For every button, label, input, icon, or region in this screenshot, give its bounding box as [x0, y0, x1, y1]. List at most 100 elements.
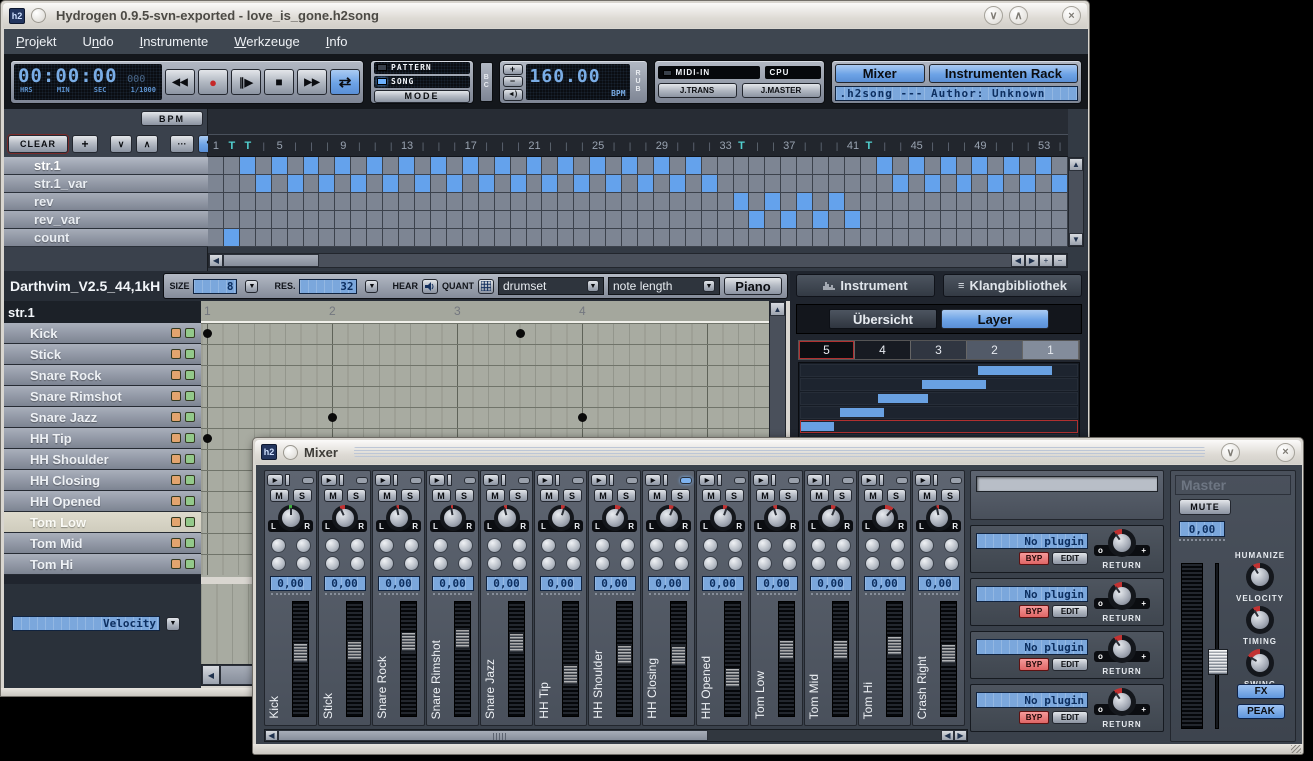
scroll-right-icon[interactable]: ▶	[1025, 254, 1039, 267]
pattern-item-rev[interactable]: rev	[4, 193, 208, 211]
song-cell[interactable]	[638, 229, 654, 247]
strip-pan-knob[interactable]	[710, 505, 736, 531]
song-cell[interactable]	[622, 193, 638, 211]
instrument-solo-dot[interactable]	[185, 454, 195, 464]
layer-header-4[interactable]: 4	[855, 341, 911, 359]
song-cell[interactable]	[638, 193, 654, 211]
song-cell[interactable]	[542, 175, 558, 193]
strip-fx-send-knob[interactable]	[865, 538, 880, 553]
timeline-col-53[interactable]: 53	[1036, 135, 1052, 156]
song-cell[interactable]	[208, 157, 224, 175]
mixer-toggle-button[interactable]: Mixer	[835, 64, 925, 83]
song-cell[interactable]	[288, 175, 304, 193]
instrument-row-tom-low[interactable]: Tom Low	[4, 512, 201, 533]
song-cell[interactable]	[367, 229, 383, 247]
instrument-mute-dot[interactable]	[171, 391, 181, 401]
strip-mute-button[interactable]: M	[810, 489, 829, 502]
song-cell[interactable]	[1020, 211, 1036, 229]
timeline-col-27[interactable]: |	[622, 135, 638, 156]
strip-fader-track[interactable]	[454, 601, 471, 717]
song-cell[interactable]	[495, 193, 511, 211]
song-cell[interactable]	[288, 193, 304, 211]
song-cell[interactable]	[813, 157, 829, 175]
strip-fader-handle[interactable]	[563, 665, 578, 685]
song-cell[interactable]	[367, 211, 383, 229]
song-cell[interactable]	[351, 211, 367, 229]
strip-fader-track[interactable]	[940, 601, 957, 717]
strip-play-button[interactable]: ▶	[807, 474, 823, 486]
jack-master-button[interactable]: J.MASTER	[742, 83, 821, 98]
strip-pan-knob[interactable]	[926, 505, 952, 531]
strip-fx-send-knob[interactable]	[674, 538, 689, 553]
instrument-solo-dot[interactable]	[185, 559, 195, 569]
strip-solo-button[interactable]: S	[563, 489, 582, 502]
strip-fader-handle[interactable]	[833, 640, 848, 660]
timeline-col-40[interactable]: |	[829, 135, 845, 156]
fx-edit-button[interactable]: EDIT	[1052, 605, 1088, 618]
note-dot[interactable]	[203, 434, 212, 443]
strip-pan-knob[interactable]	[548, 505, 574, 531]
song-cell[interactable]	[383, 193, 399, 211]
song-cell[interactable]	[256, 229, 272, 247]
song-cell[interactable]	[749, 211, 765, 229]
song-cell[interactable]	[845, 229, 861, 247]
timeline-col-28[interactable]: |	[638, 135, 654, 156]
strip-fx-send-knob[interactable]	[379, 556, 394, 571]
song-cell[interactable]	[734, 229, 750, 247]
song-cell[interactable]	[988, 229, 1004, 247]
strip-play-button[interactable]: ▶	[267, 474, 283, 486]
song-cell[interactable]	[622, 229, 638, 247]
layer-header-5[interactable]: 5	[799, 341, 855, 359]
master-velocity-knob[interactable]	[1246, 563, 1274, 591]
pattern-scroll-left-icon[interactable]: ◀	[202, 665, 220, 685]
song-cell[interactable]	[749, 229, 765, 247]
song-cell[interactable]	[383, 211, 399, 229]
song-cell[interactable]	[319, 211, 335, 229]
song-cell[interactable]	[702, 175, 718, 193]
fx-bypass-button[interactable]: BYP	[1019, 552, 1049, 565]
song-cell[interactable]	[558, 211, 574, 229]
timeline-col-12[interactable]: |	[383, 135, 399, 156]
zoom-in-icon[interactable]: +	[1039, 254, 1053, 267]
timeline-col-17[interactable]: 17	[463, 135, 479, 156]
song-cell[interactable]	[479, 193, 495, 211]
pattern-item-str.1_var[interactable]: str.1_var	[4, 175, 208, 193]
pattern-ruler[interactable]: 1234	[201, 301, 769, 323]
menu-item-instrumente[interactable]: Instrumente	[140, 34, 209, 49]
strip-fader-handle[interactable]	[617, 645, 632, 665]
song-cell[interactable]	[877, 157, 893, 175]
song-cell[interactable]	[797, 193, 813, 211]
size-dropdown-icon[interactable]: ▼	[245, 280, 258, 293]
song-cell[interactable]	[304, 193, 320, 211]
strip-fx-send-knob[interactable]	[487, 538, 502, 553]
song-cell[interactable]	[240, 229, 256, 247]
song-cell[interactable]	[686, 175, 702, 193]
instrument-mute-dot[interactable]	[171, 328, 181, 338]
strip-mute-button[interactable]: M	[702, 489, 721, 502]
strip-mute-button[interactable]: M	[918, 489, 937, 502]
song-cell[interactable]	[877, 175, 893, 193]
instrument-mute-dot[interactable]	[171, 538, 181, 548]
strip-play-button[interactable]: ▶	[915, 474, 931, 486]
timeline-col-13[interactable]: 13	[399, 135, 415, 156]
menu-item-werkzeuge[interactable]: Werkzeuge	[234, 34, 300, 49]
instrument-mute-dot[interactable]	[171, 433, 181, 443]
song-cell[interactable]	[893, 157, 909, 175]
pattern-mode-row[interactable]: PATTERN	[374, 62, 470, 74]
strip-solo-button[interactable]: S	[617, 489, 636, 502]
song-cell[interactable]	[1036, 157, 1052, 175]
song-cell[interactable]	[765, 193, 781, 211]
song-cell[interactable]	[861, 157, 877, 175]
song-cell[interactable]	[765, 229, 781, 247]
timeline-col-20[interactable]: |	[511, 135, 527, 156]
song-cell[interactable]	[797, 229, 813, 247]
timeline-col-9[interactable]: 9	[335, 135, 351, 156]
note-dot[interactable]	[203, 329, 212, 338]
song-cell[interactable]	[972, 175, 988, 193]
strip-play-button[interactable]: ▶	[591, 474, 607, 486]
mixer-scroll-right-icon[interactable]: ▶	[954, 730, 967, 741]
song-cell[interactable]	[813, 211, 829, 229]
song-cell[interactable]	[351, 229, 367, 247]
layer-header-1[interactable]: 1	[1023, 341, 1079, 359]
timeline-col-43[interactable]: |	[877, 135, 893, 156]
